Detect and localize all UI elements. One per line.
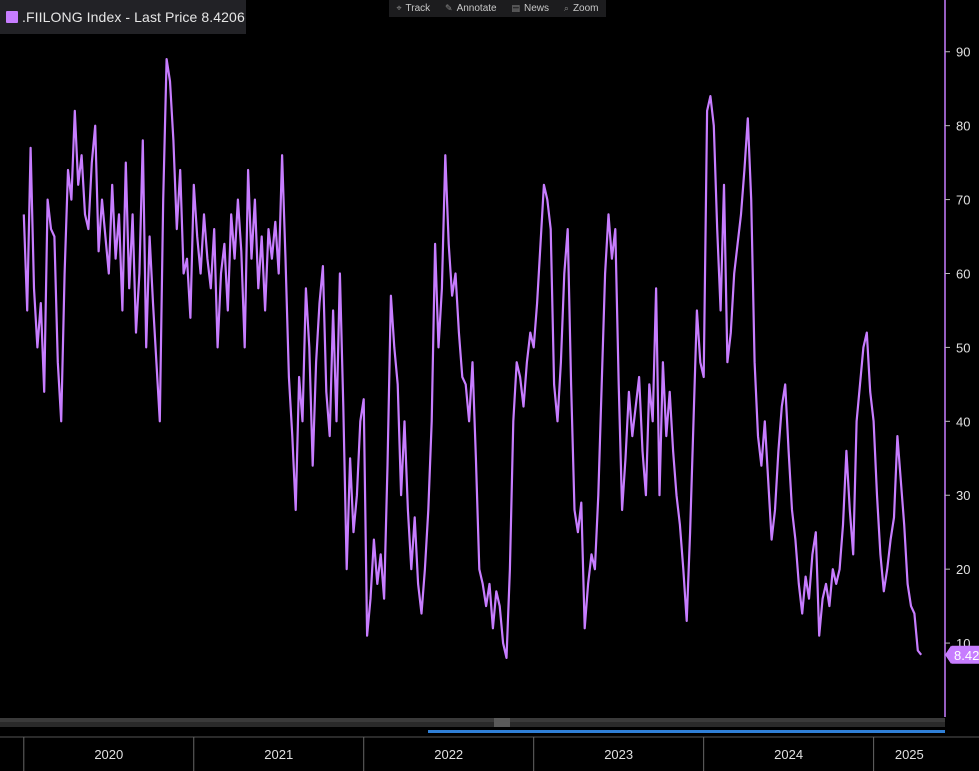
x-tick-label: 2025 — [895, 747, 924, 762]
y-tick-label: 50 — [956, 340, 970, 355]
scrollbar-lower-track — [0, 722, 945, 727]
y-tick-label: 80 — [956, 119, 970, 134]
x-tick-label: 2024 — [774, 747, 803, 762]
y-tick-label: 40 — [956, 414, 970, 429]
y-tick-label: 90 — [956, 45, 970, 60]
x-tick-label: 2022 — [434, 747, 463, 762]
last-value-label: 8.42 — [954, 648, 979, 663]
last-value-pointer — [945, 645, 951, 664]
price-chart: 1020304050607080902020 2021 2022 2023 2024 20… — [0, 0, 979, 771]
x-tick-label: 2021 — [264, 747, 293, 762]
scrollbar-track — [0, 718, 945, 722]
y-tick-label: 30 — [956, 488, 970, 503]
x-tick-label: 2023 — [604, 747, 633, 762]
price-series-line — [22, 58, 923, 659]
y-tick-label: 20 — [956, 562, 970, 577]
y-tick-label: 60 — [956, 266, 970, 281]
scrollbar-thumb — [494, 718, 510, 727]
x-tick-label: 2020 — [94, 747, 123, 762]
scrollbar-range-highlight — [428, 730, 945, 733]
y-tick-label: 70 — [956, 193, 970, 208]
